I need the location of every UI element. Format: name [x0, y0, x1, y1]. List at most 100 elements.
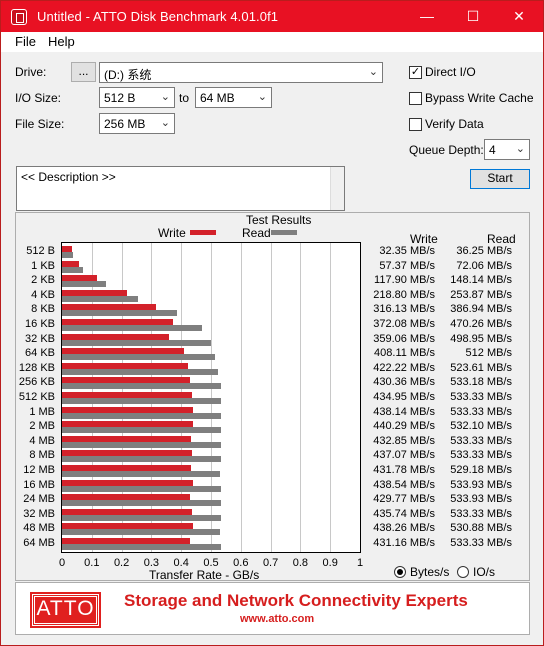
read-bar [62, 339, 211, 346]
io-size-from-select[interactable]: 512 B ⌄ [99, 87, 175, 108]
file-size-value: 256 MB [104, 117, 146, 131]
menu-file[interactable]: File [15, 34, 36, 49]
io-size-row-label: 512 B [26, 245, 55, 257]
write-column-header: Write [410, 232, 438, 246]
chevron-down-icon: ⌄ [160, 117, 170, 129]
io-size-row-label: 16 MB [23, 478, 55, 491]
menu-help[interactable]: Help [48, 34, 75, 49]
read-bar [62, 310, 178, 317]
read-value: 512 MB/s [465, 347, 512, 360]
io-size-row-label: 1 MB [29, 405, 55, 418]
io-size-row-label: 64 MB [23, 537, 55, 549]
write-value: 438.14 MB/s [373, 405, 435, 418]
grid-line [240, 243, 242, 552]
description-field[interactable]: << Description >> [16, 166, 345, 211]
read-value: 530.88 MB/s [450, 522, 512, 535]
grid-line [270, 243, 272, 552]
io-size-to-select[interactable]: 64 MB ⌄ [195, 87, 272, 108]
x-axis-label: Transfer Rate - GB/s [149, 568, 260, 582]
bytes-per-second-radio[interactable] [394, 566, 406, 578]
description-scrollbar[interactable] [330, 167, 344, 210]
chevron-down-icon: ⌄ [257, 91, 267, 103]
grid-line [300, 243, 302, 552]
write-value: 316.13 MB/s [373, 303, 435, 316]
io-size-row-label: 12 MB [23, 464, 55, 476]
io-size-row-label: 64 KB [25, 347, 55, 360]
io-size-row-label: 1 KB [31, 259, 55, 272]
x-tick-label: 1 [356, 557, 364, 569]
x-tick-label: 0.1 [84, 557, 100, 569]
io-size-row-label: 2 MB [29, 420, 55, 433]
read-bar [62, 354, 215, 361]
drive-select-value: (D:) 系统 [104, 68, 152, 82]
read-column-header: Read [487, 232, 516, 246]
grid-line [330, 243, 332, 552]
write-value: 438.26 MB/s [373, 522, 435, 535]
menu-bar: File Help [1, 32, 543, 52]
read-bar [62, 441, 221, 448]
direct-io-checkbox[interactable]: ✓ [409, 66, 422, 79]
title-bar[interactable]: Untitled - ATTO Disk Benchmark 4.01.0f1 … [1, 1, 543, 32]
read-value: 386.94 MB/s [450, 303, 512, 316]
io-size-row-label: 2 KB [31, 274, 55, 287]
bytes-per-second-label: Bytes/s [410, 565, 450, 579]
io-size-row-label: 4 MB [29, 434, 55, 447]
write-value: 437.07 MB/s [373, 449, 435, 462]
write-value: 372.08 MB/s [373, 318, 435, 330]
x-tick-label: 0.7 [262, 557, 279, 569]
read-value: 523.61 MB/s [450, 361, 512, 374]
io-size-to-value: 64 MB [200, 91, 235, 105]
chevron-down-icon: ⌄ [515, 143, 525, 155]
io-per-second-radio[interactable] [457, 566, 469, 578]
results-title: Test Results [246, 213, 312, 227]
chevron-down-icon: ⌄ [160, 91, 170, 103]
read-value: 533.33 MB/s [450, 507, 512, 520]
queue-depth-label: Queue Depth: [409, 143, 484, 157]
x-tick-label: 0.8 [292, 557, 309, 569]
io-size-row-label: 32 MB [23, 507, 55, 520]
read-bar [62, 427, 221, 434]
read-value: 532.10 MB/s [450, 420, 512, 433]
drive-label: Drive: [15, 65, 47, 79]
banner-url: www.atto.com [240, 613, 315, 625]
read-value: 533.33 MB/s [450, 391, 512, 403]
queue-depth-select[interactable]: 4 ⌄ [484, 139, 530, 160]
io-per-second-label: IO/s [473, 565, 496, 579]
legend-write-swatch [190, 230, 216, 235]
verify-data-checkbox[interactable] [409, 118, 422, 131]
write-value: 32.35 MB/s [379, 245, 435, 257]
close-button[interactable]: ✕ [496, 1, 542, 32]
drive-select[interactable]: (D:) 系统 ⌄ [99, 62, 383, 83]
write-value: 435.74 MB/s [373, 507, 435, 520]
read-bar [62, 383, 221, 390]
direct-io-label: Direct I/O [425, 65, 476, 79]
legend-read-label: Read [242, 226, 271, 240]
write-value: 57.37 MB/s [379, 259, 435, 272]
bypass-write-cache-label: Bypass Write Cache [425, 91, 534, 105]
read-bar [62, 456, 221, 463]
read-value: 533.33 MB/s [450, 434, 512, 447]
read-value: 253.87 MB/s [450, 288, 512, 301]
io-size-row-label: 24 MB [23, 493, 55, 506]
file-size-label: File Size: [15, 117, 65, 131]
banner-tagline: Storage and Network Connectivity Experts [124, 591, 468, 610]
window-title: Untitled - ATTO Disk Benchmark 4.01.0f1 [37, 9, 279, 24]
verify-data-label: Verify Data [425, 117, 484, 131]
browse-button[interactable]: ... [71, 62, 96, 82]
io-size-row-label: 16 KB [25, 318, 55, 330]
read-value: 533.93 MB/s [450, 493, 512, 506]
file-size-select[interactable]: 256 MB ⌄ [99, 113, 175, 134]
write-value: 431.16 MB/s [373, 537, 435, 549]
x-tick-label: 0.9 [322, 557, 338, 569]
chevron-down-icon: ⌄ [368, 66, 378, 78]
read-bar [62, 281, 107, 288]
read-value: 470.26 MB/s [450, 318, 512, 330]
maximize-button[interactable]: ☐ [450, 1, 496, 32]
app-window: Untitled - ATTO Disk Benchmark 4.01.0f1 … [0, 0, 544, 646]
bypass-write-cache-checkbox[interactable] [409, 92, 422, 105]
write-value: 431.78 MB/s [373, 464, 435, 476]
start-button[interactable]: Start [470, 169, 530, 189]
atto-banner: ATTO Storage and Network Connectivity Ex… [15, 582, 530, 635]
io-size-row-label: 128 KB [18, 361, 55, 374]
minimize-button[interactable]: — [404, 1, 450, 32]
